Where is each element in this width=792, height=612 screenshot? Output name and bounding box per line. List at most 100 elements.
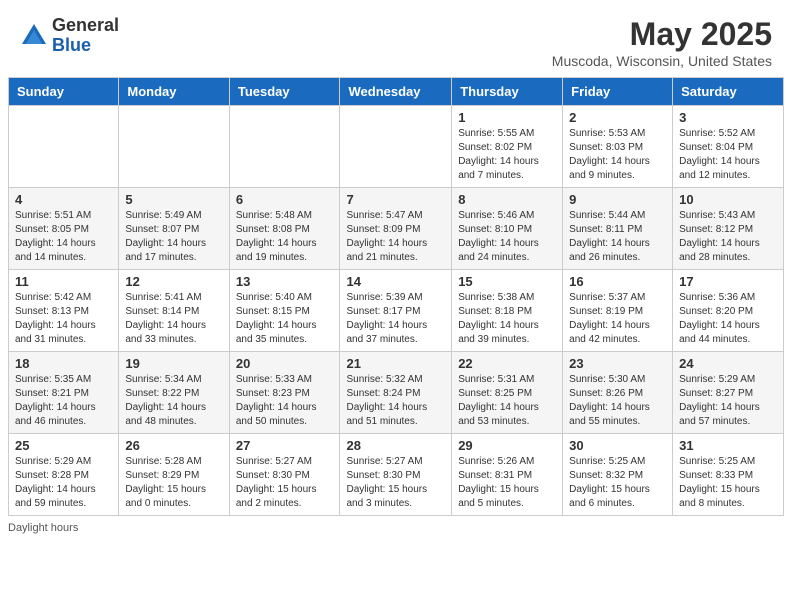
daylight-label: Daylight hours bbox=[8, 522, 78, 534]
calendar-cell: 31Sunrise: 5:25 AM Sunset: 8:33 PM Dayli… bbox=[673, 434, 784, 516]
day-header-saturday: Saturday bbox=[673, 78, 784, 106]
calendar-cell: 2 Sunrise: 5:53 AM Sunset: 8:03 PM Daylig… bbox=[563, 106, 673, 188]
page-header: General Blue May 2025 Muscoda, Wisconsin… bbox=[0, 0, 792, 77]
day-header-tuesday: Tuesday bbox=[229, 78, 340, 106]
calendar-cell: 23Sunrise: 5:30 AM Sunset: 8:26 PM Dayli… bbox=[563, 352, 673, 434]
day-content: Sunrise: 5:55 AM Sunset: 8:02 PM Dayligh… bbox=[458, 127, 556, 183]
calendar-cell: 20 Sunrise: 5:33 AM Sunset: 8:23 PM Dayli… bbox=[229, 352, 340, 434]
day-number: 2 bbox=[569, 110, 666, 125]
day-content: Sunrise: 5:43 AM Sunset: 8:12 PM Dayligh… bbox=[679, 209, 777, 265]
day-number: 26 bbox=[125, 438, 222, 453]
day-content: Sunrise: 5:46 AM Sunset: 8:10 PM Dayligh… bbox=[458, 209, 556, 265]
day-number: 30 bbox=[569, 438, 666, 453]
calendar-cell: 4Sunrise: 5:51 AM Sunset: 8:05 PM Daylig… bbox=[9, 188, 119, 270]
day-content: Sunrise: 5:36 AM Sunset: 8:20 PM Dayligh… bbox=[679, 291, 777, 347]
day-header-monday: Monday bbox=[119, 78, 229, 106]
calendar-cell: 22 Sunrise: 5:31 AM Sunset: 8:25 PM Dayli… bbox=[452, 352, 563, 434]
week-row-3: 11 Sunrise: 5:42 AM Sunset: 8:13 PM Dayli… bbox=[9, 270, 784, 352]
day-content: Sunrise: 5:34 AM Sunset: 8:22 PM Dayligh… bbox=[125, 373, 222, 429]
calendar-cell: 17 Sunrise: 5:36 AM Sunset: 8:20 PM Dayli… bbox=[673, 270, 784, 352]
week-row-1: 1 Sunrise: 5:55 AM Sunset: 8:02 PM Daylig… bbox=[9, 106, 784, 188]
calendar-cell bbox=[9, 106, 119, 188]
day-content: Sunrise: 5:38 AM Sunset: 8:18 PM Dayligh… bbox=[458, 291, 556, 347]
calendar-cell: 7Sunrise: 5:47 AM Sunset: 8:09 PM Daylig… bbox=[340, 188, 452, 270]
calendar-cell: 19Sunrise: 5:34 AM Sunset: 8:22 PM Dayli… bbox=[119, 352, 229, 434]
calendar-cell: 28 Sunrise: 5:27 AM Sunset: 8:30 PM Dayli… bbox=[340, 434, 452, 516]
day-content: Sunrise: 5:39 AM Sunset: 8:17 PM Dayligh… bbox=[346, 291, 445, 347]
day-content: Sunrise: 5:32 AM Sunset: 8:24 PM Dayligh… bbox=[346, 373, 445, 429]
day-content: Sunrise: 5:28 AM Sunset: 8:29 PM Dayligh… bbox=[125, 455, 222, 511]
day-number: 11 bbox=[15, 274, 112, 289]
day-number: 18 bbox=[15, 356, 112, 371]
logo-general-text: General bbox=[52, 16, 119, 36]
day-content: Sunrise: 5:27 AM Sunset: 8:30 PM Dayligh… bbox=[236, 455, 334, 511]
day-header-row: SundayMondayTuesdayWednesdayThursdayFrid… bbox=[9, 78, 784, 106]
calendar-cell: 30 Sunrise: 5:25 AM Sunset: 8:32 PM Dayli… bbox=[563, 434, 673, 516]
day-header-friday: Friday bbox=[563, 78, 673, 106]
day-number: 22 bbox=[458, 356, 556, 371]
day-content: Sunrise: 5:53 AM Sunset: 8:03 PM Dayligh… bbox=[569, 127, 666, 183]
calendar-cell: 3Sunrise: 5:52 AM Sunset: 8:04 PM Daylig… bbox=[673, 106, 784, 188]
location-subtitle: Muscoda, Wisconsin, United States bbox=[552, 53, 772, 69]
day-content: Sunrise: 5:42 AM Sunset: 8:13 PM Dayligh… bbox=[15, 291, 112, 347]
day-number: 21 bbox=[346, 356, 445, 371]
day-number: 25 bbox=[15, 438, 112, 453]
day-number: 24 bbox=[679, 356, 777, 371]
calendar-table: SundayMondayTuesdayWednesdayThursdayFrid… bbox=[8, 77, 784, 516]
day-content: Sunrise: 5:49 AM Sunset: 8:07 PM Dayligh… bbox=[125, 209, 222, 265]
day-content: Sunrise: 5:51 AM Sunset: 8:05 PM Dayligh… bbox=[15, 209, 112, 265]
day-number: 1 bbox=[458, 110, 556, 125]
calendar-cell: 8 Sunrise: 5:46 AM Sunset: 8:10 PM Daylig… bbox=[452, 188, 563, 270]
day-number: 12 bbox=[125, 274, 222, 289]
day-number: 28 bbox=[346, 438, 445, 453]
footer: Daylight hours bbox=[0, 516, 792, 540]
day-number: 8 bbox=[458, 192, 556, 207]
day-content: Sunrise: 5:35 AM Sunset: 8:21 PM Dayligh… bbox=[15, 373, 112, 429]
calendar-cell: 13 Sunrise: 5:40 AM Sunset: 8:15 PM Dayli… bbox=[229, 270, 340, 352]
calendar-cell: 26 Sunrise: 5:28 AM Sunset: 8:29 PM Dayli… bbox=[119, 434, 229, 516]
day-content: Sunrise: 5:25 AM Sunset: 8:32 PM Dayligh… bbox=[569, 455, 666, 511]
day-number: 16 bbox=[569, 274, 666, 289]
day-content: Sunrise: 5:26 AM Sunset: 8:31 PM Dayligh… bbox=[458, 455, 556, 511]
logo-blue-text: Blue bbox=[52, 36, 119, 56]
logo-icon bbox=[20, 22, 48, 50]
day-number: 15 bbox=[458, 274, 556, 289]
day-content: Sunrise: 5:48 AM Sunset: 8:08 PM Dayligh… bbox=[236, 209, 334, 265]
calendar-cell: 24 Sunrise: 5:29 AM Sunset: 8:27 PM Dayli… bbox=[673, 352, 784, 434]
day-number: 9 bbox=[569, 192, 666, 207]
day-number: 3 bbox=[679, 110, 777, 125]
day-content: Sunrise: 5:37 AM Sunset: 8:19 PM Dayligh… bbox=[569, 291, 666, 347]
day-content: Sunrise: 5:40 AM Sunset: 8:15 PM Dayligh… bbox=[236, 291, 334, 347]
day-number: 17 bbox=[679, 274, 777, 289]
calendar-cell: 1 Sunrise: 5:55 AM Sunset: 8:02 PM Daylig… bbox=[452, 106, 563, 188]
calendar-cell: 21 Sunrise: 5:32 AM Sunset: 8:24 PM Dayli… bbox=[340, 352, 452, 434]
calendar-cell: 6Sunrise: 5:48 AM Sunset: 8:08 PM Daylig… bbox=[229, 188, 340, 270]
calendar-cell: 16 Sunrise: 5:37 AM Sunset: 8:19 PM Dayli… bbox=[563, 270, 673, 352]
week-row-4: 18 Sunrise: 5:35 AM Sunset: 8:21 PM Dayli… bbox=[9, 352, 784, 434]
calendar-cell: 29 Sunrise: 5:26 AM Sunset: 8:31 PM Dayli… bbox=[452, 434, 563, 516]
day-content: Sunrise: 5:44 AM Sunset: 8:11 PM Dayligh… bbox=[569, 209, 666, 265]
day-content: Sunrise: 5:27 AM Sunset: 8:30 PM Dayligh… bbox=[346, 455, 445, 511]
calendar-cell: 15 Sunrise: 5:38 AM Sunset: 8:18 PM Dayli… bbox=[452, 270, 563, 352]
calendar-cell bbox=[119, 106, 229, 188]
day-header-sunday: Sunday bbox=[9, 78, 119, 106]
day-number: 13 bbox=[236, 274, 334, 289]
day-number: 29 bbox=[458, 438, 556, 453]
day-number: 27 bbox=[236, 438, 334, 453]
calendar-cell bbox=[229, 106, 340, 188]
calendar-cell: 9 Sunrise: 5:44 AM Sunset: 8:11 PM Daylig… bbox=[563, 188, 673, 270]
day-number: 20 bbox=[236, 356, 334, 371]
calendar-cell: 14Sunrise: 5:39 AM Sunset: 8:17 PM Dayli… bbox=[340, 270, 452, 352]
month-title: May 2025 bbox=[552, 16, 772, 53]
day-number: 10 bbox=[679, 192, 777, 207]
calendar-cell: 5Sunrise: 5:49 AM Sunset: 8:07 PM Daylig… bbox=[119, 188, 229, 270]
day-content: Sunrise: 5:31 AM Sunset: 8:25 PM Dayligh… bbox=[458, 373, 556, 429]
calendar-cell bbox=[340, 106, 452, 188]
logo: General Blue bbox=[20, 16, 119, 56]
day-content: Sunrise: 5:29 AM Sunset: 8:27 PM Dayligh… bbox=[679, 373, 777, 429]
day-content: Sunrise: 5:33 AM Sunset: 8:23 PM Dayligh… bbox=[236, 373, 334, 429]
day-number: 31 bbox=[679, 438, 777, 453]
calendar-cell: 18 Sunrise: 5:35 AM Sunset: 8:21 PM Dayli… bbox=[9, 352, 119, 434]
week-row-5: 25Sunrise: 5:29 AM Sunset: 8:28 PM Dayli… bbox=[9, 434, 784, 516]
day-content: Sunrise: 5:41 AM Sunset: 8:14 PM Dayligh… bbox=[125, 291, 222, 347]
